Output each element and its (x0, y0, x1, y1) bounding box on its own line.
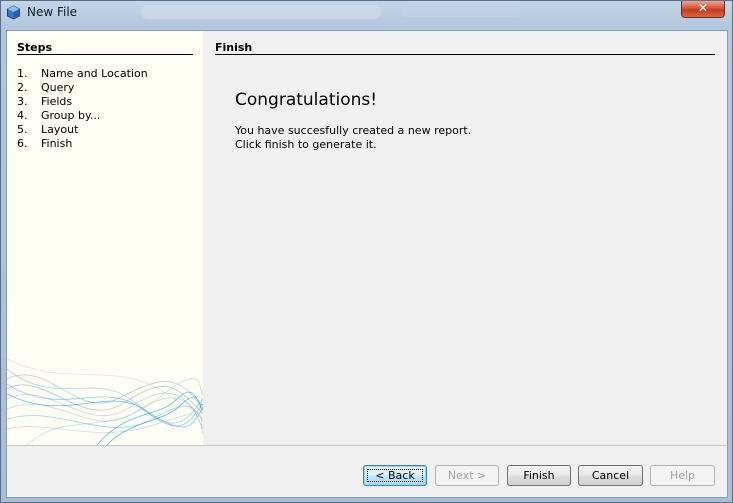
wizard-client-area: Steps 1. Name and Location 2. Query 3. Fiel… (6, 30, 728, 498)
step-item-group-by: 4. Group by... (17, 109, 101, 122)
content-divider (215, 54, 715, 55)
focus-rectangle (367, 469, 423, 482)
steps-panel: Steps 1. Name and Location 2. Query 3. Fiel… (7, 31, 203, 445)
step-item-fields: 3. Fields (17, 95, 73, 108)
steps-title: Steps (17, 41, 53, 54)
step-item-layout: 5. Layout (17, 123, 79, 136)
step-item-finish: 6. Finish (17, 137, 73, 150)
next-button[interactable]: Next > (435, 465, 499, 486)
netbeans-cube-icon (7, 5, 20, 20)
decorative-wave-graphic (7, 358, 203, 445)
help-button[interactable]: Help (650, 465, 715, 486)
close-icon: ✕ (697, 1, 709, 15)
steps-divider (17, 54, 193, 55)
title-bar-blur (141, 5, 381, 19)
cancel-button[interactable]: Cancel (578, 465, 643, 486)
instruction-message: Click finish to generate it. (235, 138, 377, 151)
content-title: Finish (215, 41, 253, 54)
title-bar[interactable]: New File ✕ (1, 1, 732, 25)
back-button[interactable]: < Back (363, 465, 427, 486)
step-item-name-and-location: 1. Name and Location (17, 67, 148, 80)
congratulations-heading: Congratulations! (235, 90, 378, 110)
button-bar-separator (7, 445, 727, 446)
title-bar-blur-2 (401, 7, 521, 17)
step-item-query: 2. Query (17, 81, 75, 94)
success-message: You have succesfully created a new repor… (235, 124, 472, 137)
close-button[interactable]: ✕ (681, 1, 725, 18)
wizard-window: New File ✕ Steps 1. Name and Location 2. Q… (0, 0, 733, 503)
finish-button[interactable]: Finish (507, 465, 571, 486)
window-title: New File (27, 5, 78, 19)
steps-list: 1. Name and Location 2. Query 3. Fields 4. G… (17, 67, 148, 151)
